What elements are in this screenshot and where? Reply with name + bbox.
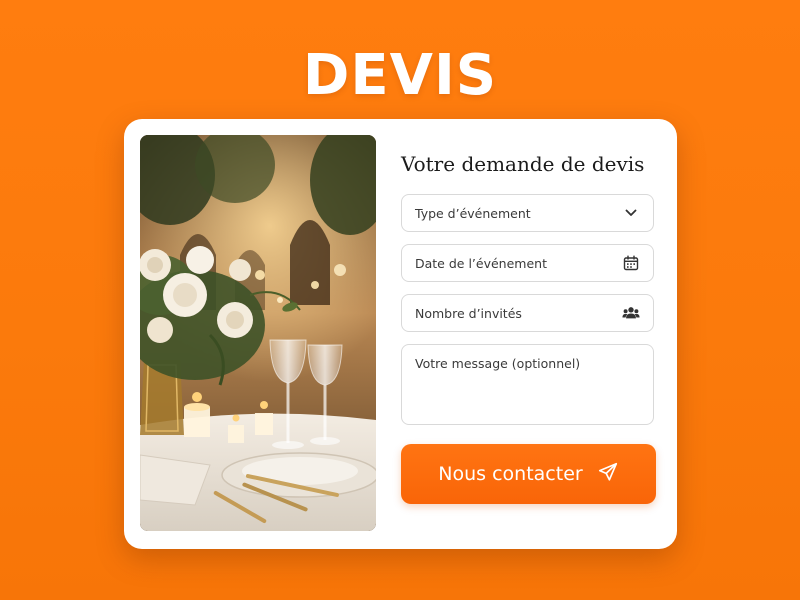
message-placeholder: Votre message (optionnel) <box>415 356 581 371</box>
guest-count-placeholder: Nombre d’invités <box>415 306 522 321</box>
guest-count-field[interactable]: Nombre d’invités <box>401 294 654 332</box>
event-date-placeholder: Date de l’événement <box>415 256 547 271</box>
page-title: DEVIS <box>302 43 498 108</box>
chevron-down-icon <box>622 204 640 222</box>
event-date-field[interactable]: Date de l’événement <box>401 244 654 282</box>
submit-label: Nous contacter <box>438 463 583 485</box>
form-title: Votre demande de devis <box>401 152 645 176</box>
calendar-icon[interactable] <box>622 254 640 272</box>
send-icon <box>597 461 619 488</box>
quote-request-card: Votre demande de devis Type d’événement … <box>124 119 677 549</box>
people-icon <box>622 304 640 322</box>
event-type-select[interactable]: Type d’événement <box>401 194 654 232</box>
message-textarea[interactable]: Votre message (optionnel) <box>401 344 654 425</box>
event-table-photo <box>140 135 376 531</box>
contact-submit-button[interactable]: Nous contacter <box>401 444 656 504</box>
event-type-placeholder: Type d’événement <box>415 206 531 221</box>
